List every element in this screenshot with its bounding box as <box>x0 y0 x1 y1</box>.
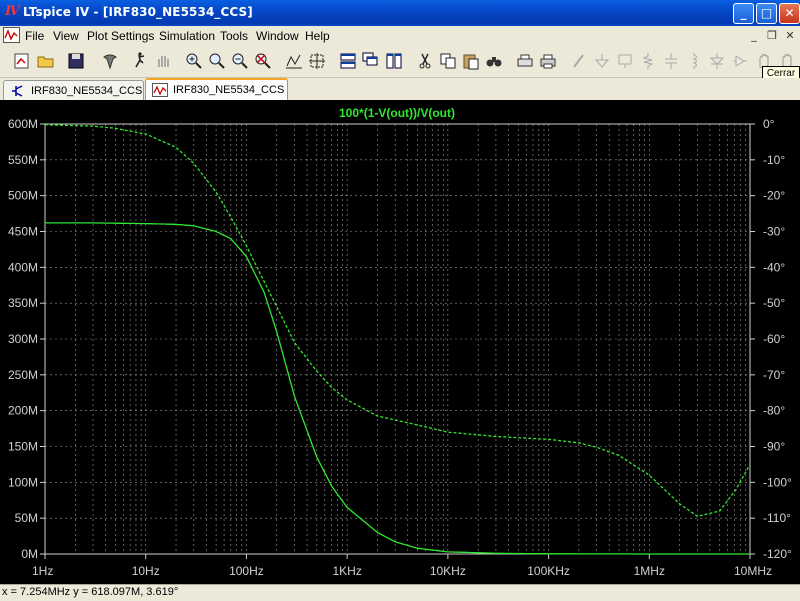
cursor-readout: x = 7.254MHz y = 618.097M, 3.619° <box>2 586 179 598</box>
waveform-plot-pane[interactable]: 100*(1-V(out))/V(out) 0M 50M 100M 150M 200M 2… <box>0 100 800 584</box>
menu-file[interactable]: File <box>25 29 44 43</box>
autorange-icon[interactable] <box>284 51 304 71</box>
run-icon[interactable] <box>130 51 150 71</box>
y-left-tick-label: 400M <box>8 260 38 274</box>
zoom-pan-icon[interactable] <box>207 51 227 71</box>
maximize-button[interactable]: □ <box>756 3 777 24</box>
y-left-tick-label: 0M <box>21 547 38 561</box>
y-left-tick-label: 450M <box>8 225 38 239</box>
inductor-icon[interactable] <box>684 51 704 71</box>
trace-magnitude <box>45 222 750 555</box>
child-close-button[interactable]: ✕ <box>783 29 797 42</box>
y-right-tick-label: -70° <box>763 368 785 382</box>
paste-icon[interactable] <box>461 51 481 71</box>
y-left-tick-label: 600M <box>8 117 38 131</box>
cut-icon[interactable] <box>415 51 435 71</box>
x-tick-label: 100Hz <box>229 564 264 578</box>
y-right-tick-label: -20° <box>763 189 785 203</box>
schematic-icon <box>12 85 23 97</box>
menu-help[interactable]: Help <box>305 29 330 43</box>
minimize-button[interactable]: _ <box>733 3 754 24</box>
x-tick-label: 1Hz <box>32 564 53 578</box>
menu-bar: File View Plot Settings Simulation Tools… <box>0 26 800 45</box>
y-right-tick-label: -90° <box>763 440 785 454</box>
tab-bar: IRF830_NE5534_CCS IRF830_NE5534_CCS <box>0 78 800 100</box>
control-panel-icon[interactable] <box>100 51 120 71</box>
zoom-in-icon[interactable] <box>184 51 204 71</box>
save-icon[interactable] <box>66 51 86 71</box>
tile-vertical-icon[interactable] <box>384 51 404 71</box>
tab-schematic-label: IRF830_NE5534_CCS <box>31 85 143 97</box>
menu-simulation[interactable]: Simulation <box>159 29 215 43</box>
x-tick-label: 10MHz <box>734 564 772 578</box>
y-left-tick-label: 50M <box>15 511 38 525</box>
tab-schematic[interactable]: IRF830_NE5534_CCS <box>3 80 144 100</box>
menu-view[interactable]: View <box>53 29 79 43</box>
menu-tools[interactable]: Tools <box>220 29 248 43</box>
open-icon[interactable] <box>36 51 56 71</box>
plot-grid <box>45 123 750 555</box>
y-right-tick-label: -100° <box>763 475 792 489</box>
tab-waveform[interactable]: IRF830_NE5534_CCS <box>145 78 288 100</box>
tab-waveform-label: IRF830_NE5534_CCS <box>173 84 285 96</box>
toolbar <box>0 45 800 78</box>
trace-phase <box>44 124 751 518</box>
child-minimize-button[interactable]: _ <box>747 29 761 42</box>
y-left-tick-label: 150M <box>8 440 38 454</box>
y-left-tick-label: 350M <box>8 296 38 310</box>
y-right-tick-label: -80° <box>763 404 785 418</box>
x-tick-label: 100KHz <box>527 564 570 578</box>
find-icon[interactable] <box>484 51 504 71</box>
title-bar: Ⅳ LTspice IV - [IRF830_NE5534_CCS] _ □ ✕ <box>0 0 800 26</box>
y-left-tick-label: 100M <box>8 475 38 489</box>
menu-window[interactable]: Window <box>256 29 299 43</box>
new-schematic-icon[interactable] <box>12 51 32 71</box>
y-right-tick-label: -120° <box>763 547 792 561</box>
halt-icon[interactable] <box>153 51 173 71</box>
copy-icon[interactable] <box>438 51 458 71</box>
y-left-tick-label: 500M <box>8 189 38 203</box>
y-right-tick-label: -40° <box>763 260 785 274</box>
y-right-tick-label: -10° <box>763 153 785 167</box>
x-tick-label: 1MHz <box>634 564 665 578</box>
y-right-tick-label: -110° <box>763 511 791 525</box>
ltspice-logo-icon: Ⅳ <box>5 4 20 19</box>
print-icon[interactable] <box>538 51 558 71</box>
resistor-icon[interactable] <box>638 51 658 71</box>
close-button[interactable]: ✕ <box>779 3 800 24</box>
label-icon[interactable] <box>615 51 635 71</box>
y-left-tick-label: 300M <box>8 332 38 346</box>
child-restore-button[interactable]: ❐ <box>765 29 779 42</box>
component-icon[interactable] <box>730 51 750 71</box>
waveform-icon <box>152 83 168 97</box>
menu-plot-settings[interactable]: Plot Settings <box>87 29 154 43</box>
x-tick-label: 10Hz <box>132 564 160 578</box>
y-right-tick-label: -50° <box>763 296 785 310</box>
print-setup-icon[interactable] <box>515 51 535 71</box>
y-left-tick-label: 250M <box>8 368 38 382</box>
plot-axes: 0M 50M 100M 150M 200M 250M 300M 350M 400M 450M 500… <box>8 117 792 578</box>
ground-icon[interactable] <box>592 51 612 71</box>
zoom-extent-icon[interactable] <box>307 51 327 71</box>
x-tick-label: 1KHz <box>332 564 361 578</box>
cascade-icon[interactable] <box>361 51 381 71</box>
diode-icon[interactable] <box>707 51 727 71</box>
y-left-tick-label: 200M <box>8 404 38 418</box>
waveform-chart[interactable]: 100*(1-V(out))/V(out) 0M 50M 100M 150M 200M 2… <box>0 100 800 584</box>
plot-traces <box>44 124 751 555</box>
wire-icon[interactable] <box>569 51 589 71</box>
zoom-out-icon[interactable] <box>230 51 250 71</box>
chart-title: 100*(1-V(out))/V(out) <box>339 106 455 120</box>
y-right-tick-label: -30° <box>763 225 785 239</box>
x-tick-label: 10KHz <box>430 564 466 578</box>
tile-horizontal-icon[interactable] <box>338 51 358 71</box>
status-bar: x = 7.254MHz y = 618.097M, 3.619° <box>0 584 800 601</box>
waveform-window-icon[interactable] <box>3 27 20 43</box>
zoom-fit-icon[interactable] <box>253 51 273 71</box>
y-left-tick-label: 550M <box>8 153 38 167</box>
window-title: LTspice IV - [IRF830_NE5534_CCS] <box>23 5 253 19</box>
y-right-tick-label: -60° <box>763 332 785 346</box>
capacitor-icon[interactable] <box>661 51 681 71</box>
y-right-tick-label: 0° <box>763 117 775 131</box>
